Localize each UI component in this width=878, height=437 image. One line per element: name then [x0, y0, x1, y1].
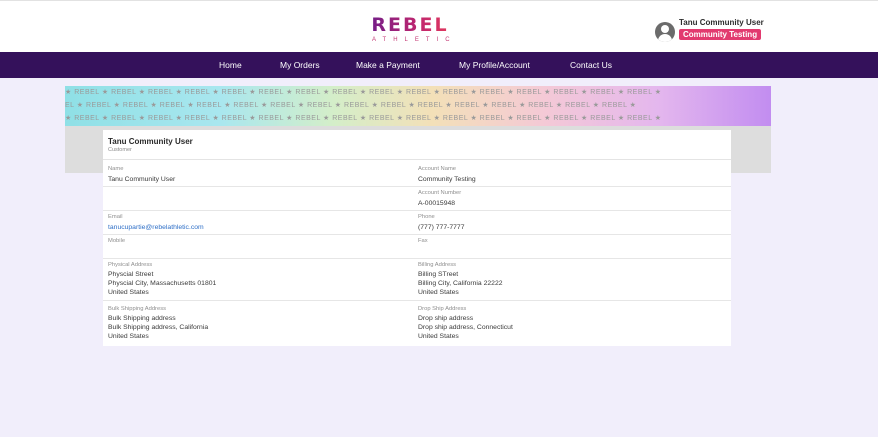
billing-address-label: Billing Address [418, 262, 457, 268]
banner-pattern-row: ★ REBEL ★ REBEL ★ REBEL ★ REBEL ★ REBEL … [65, 89, 662, 96]
account-number-value: A-00015948 [418, 200, 456, 207]
banner-pattern-row: ★ REBEL ★ REBEL ★ REBEL ★ REBEL ★ REBEL … [65, 115, 662, 122]
top-header: REBEL ATHLETIC Tanu Community User Commu… [0, 0, 878, 52]
billing-address-line: United States [418, 289, 459, 296]
divider [103, 234, 731, 235]
avatar [655, 22, 675, 42]
divider [103, 186, 731, 187]
drop-ship-label: Drop Ship Address [418, 306, 467, 312]
physical-address-line: Physcial City, Massachusetts 01801 [108, 280, 217, 287]
bulk-shipping-label: Bulk Shipping Address [108, 306, 167, 312]
phone-value: (777) 777-7777 [418, 224, 465, 231]
nav-make-payment[interactable]: Make a Payment [356, 60, 420, 70]
profile-card: Tanu Community User Customer Name Tanu C… [103, 130, 731, 346]
physical-address-line: United States [108, 289, 149, 296]
account-badge: Community Testing [679, 29, 762, 40]
divider [103, 258, 731, 259]
drop-ship-line: United States [418, 333, 459, 340]
brand-logo[interactable]: REBEL ATHLETIC [366, 15, 454, 45]
nav-contact-us[interactable]: Contact Us [570, 60, 612, 70]
user-name: Tanu Community User [679, 18, 764, 27]
physical-address-line: Physcial Street [108, 271, 154, 278]
avatar-body-shape [658, 34, 672, 42]
drop-ship-line: Drop ship address [418, 315, 474, 322]
drop-ship-line: Drop ship address, Connecticut [418, 324, 513, 331]
brand-logo-subtext: ATHLETIC [372, 37, 457, 43]
profile-card-header: Tanu Community User Customer [103, 130, 731, 160]
nav-my-profile[interactable]: My Profile/Account [459, 60, 530, 70]
account-name-label: Account Name [418, 166, 457, 172]
nav-my-orders[interactable]: My Orders [280, 60, 320, 70]
brand-logo-text: REBEL [366, 15, 454, 35]
nav-home[interactable]: Home [219, 60, 242, 70]
email-link[interactable]: tanucupartie@rebelathletic.com [108, 224, 204, 231]
name-label: Name [108, 166, 124, 172]
physical-address-label: Physical Address [108, 262, 153, 268]
billing-address-line: Billing STreet [418, 271, 459, 278]
name-value: Tanu Community User [108, 176, 176, 183]
phone-label: Phone [418, 214, 435, 220]
profile-name: Tanu Community User [108, 137, 193, 146]
bulk-shipping-line: Bulk Shipping address, California [108, 324, 209, 331]
billing-address-line: Billing City, California 22222 [418, 280, 503, 287]
bulk-shipping-line: Bulk Shipping address [108, 315, 176, 322]
main-nav: Home My Orders Make a Payment My Profile… [0, 52, 878, 78]
mobile-label: Mobile [108, 238, 126, 244]
profile-banner: ★ REBEL ★ REBEL ★ REBEL ★ REBEL ★ REBEL … [65, 86, 771, 126]
divider [103, 300, 731, 301]
account-number-label: Account Number [418, 190, 462, 196]
bulk-shipping-line: United States [108, 333, 149, 340]
divider [103, 210, 731, 211]
email-label: Email [108, 214, 123, 220]
account-name-value: Community Testing [418, 176, 476, 183]
profile-role: Customer [108, 147, 132, 153]
fax-label: Fax [418, 238, 428, 244]
banner-pattern-row: EL ★ REBEL ★ REBEL ★ REBEL ★ REBEL ★ REB… [65, 102, 637, 109]
avatar-head-shape [661, 25, 669, 33]
